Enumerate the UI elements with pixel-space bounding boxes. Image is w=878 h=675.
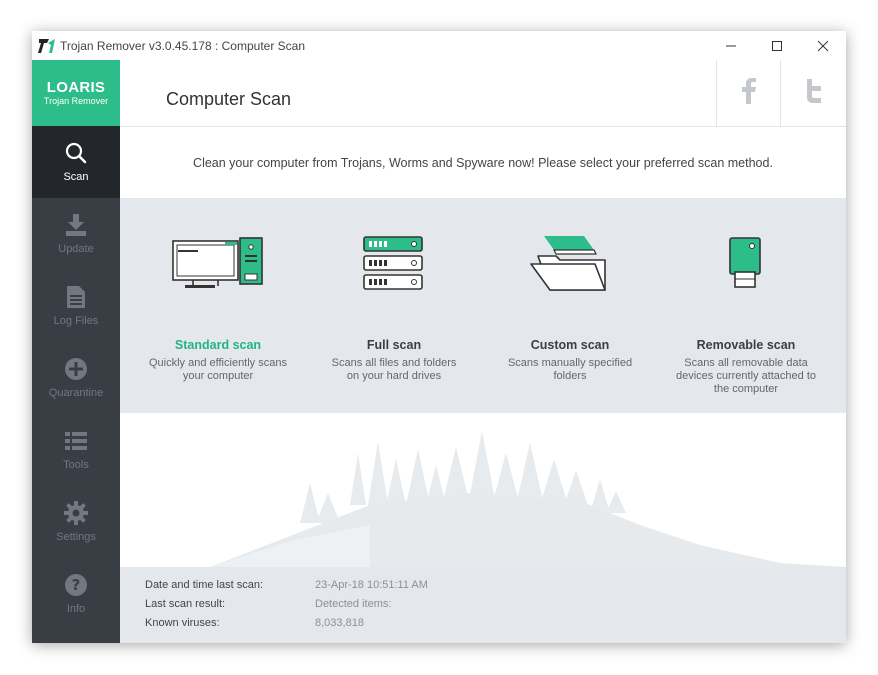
app-window: Trojan Remover v3.0.45.178 : Computer Sc… (32, 31, 846, 643)
last-result-value: Detected items: (315, 598, 392, 610)
instruction-text: Clean your computer from Trojans, Worms … (193, 155, 773, 170)
page-header: Computer Scan (120, 60, 846, 127)
gear-icon (64, 501, 88, 525)
scan-option-description: Scans all files and folders on your hard… (320, 357, 468, 383)
svg-text:?: ? (72, 576, 81, 594)
scan-desc-line: devices currently attached to (675, 370, 817, 382)
last-result-row: Last scan result: Detected items: (145, 598, 391, 610)
server-icon (306, 228, 482, 298)
known-viruses-value: 8,033,818 (315, 617, 364, 629)
sidebar-item-label: Log Files (53, 315, 99, 327)
scan-option-title: Full scan (366, 338, 422, 352)
scan-option-title: Custom scan (530, 338, 610, 352)
sidebar-item-label: Quarantine (48, 387, 104, 399)
brand-name: LOARIS (46, 78, 106, 96)
scan-desc-line: your computer (182, 370, 254, 382)
sidebar-item-update[interactable]: Update (32, 198, 120, 270)
usb-drive-icon (658, 228, 834, 298)
scan-option-title: Standard scan (174, 338, 262, 352)
sidebar-item-label: Settings (56, 531, 96, 543)
twitter-icon (805, 78, 823, 108)
custom-scan-option[interactable]: Custom scan Scans manually specified fol… (482, 198, 658, 413)
document-icon (64, 285, 88, 309)
scan-desc-line: on your hard drives (346, 370, 442, 382)
scan-desc-line: Scans all removable data (684, 357, 808, 369)
scan-option-description: Scans all removable data devices current… (672, 357, 820, 396)
scan-info-panel: Date and time last scan: 23-Apr-18 10:51… (120, 567, 846, 643)
plus-circle-icon (64, 357, 88, 381)
close-button[interactable] (800, 31, 846, 60)
sidebar-item-label: Update (58, 243, 94, 255)
download-icon (64, 213, 88, 237)
sidebar: LOARIS Trojan Remover Scan Update Log Fi… (32, 60, 120, 643)
computer-icon (130, 228, 306, 298)
last-scan-row: Date and time last scan: 23-Apr-18 10:51… (145, 579, 428, 591)
info-label: Date and time last scan: (145, 579, 264, 591)
info-label: Known viruses: (145, 617, 220, 629)
sidebar-item-label: Info (66, 603, 86, 615)
question-icon: ? (64, 573, 88, 597)
folder-icon (482, 228, 658, 298)
minimize-button[interactable] (708, 31, 754, 60)
scan-desc-line: Quickly and efficiently scans (149, 357, 287, 369)
brand-logo: LOARIS Trojan Remover (32, 60, 120, 126)
sidebar-item-info[interactable]: ? Info (32, 558, 120, 630)
search-icon (64, 141, 88, 165)
sidebar-item-settings[interactable]: Settings (32, 486, 120, 558)
scan-desc-line: folders (553, 370, 587, 382)
app-logo-icon (38, 37, 56, 55)
maximize-button[interactable] (754, 31, 800, 60)
list-icon (64, 429, 88, 453)
twitter-button[interactable] (780, 60, 846, 126)
scan-desc-line: the computer (713, 383, 779, 395)
known-viruses-row: Known viruses: 8,033,818 (145, 617, 364, 629)
sidebar-item-quarantine[interactable]: Quarantine (32, 342, 120, 414)
sidebar-item-tools[interactable]: Tools (32, 414, 120, 486)
facebook-button[interactable] (716, 60, 780, 126)
window-title: Trojan Remover v3.0.45.178 : Computer Sc… (60, 38, 306, 53)
title-bar[interactable]: Trojan Remover v3.0.45.178 : Computer Sc… (32, 31, 846, 60)
full-scan-option[interactable]: Full scan Scans all files and folders on… (306, 198, 482, 413)
sidebar-item-label: Tools (63, 459, 89, 471)
sidebar-item-label: Scan (63, 171, 89, 183)
sidebar-item-scan[interactable]: Scan (32, 126, 120, 198)
last-scan-value: 23-Apr-18 10:51:11 AM (315, 579, 428, 591)
scan-option-title: Removable scan (696, 338, 796, 352)
brand-product: Trojan Remover (43, 95, 109, 106)
info-label: Last scan result: (145, 598, 226, 610)
standard-scan-option[interactable]: Standard scan Quickly and efficiently sc… (130, 198, 306, 413)
scan-desc-line: Scans manually specified (507, 357, 633, 369)
sidebar-item-log-files[interactable]: Log Files (32, 270, 120, 342)
facebook-icon (741, 77, 757, 109)
scan-option-description: Scans manually specified folders (496, 357, 644, 383)
page-title: Computer Scan (166, 89, 292, 109)
scan-option-description: Quickly and efficiently scans your compu… (144, 357, 292, 383)
forest-illustration (120, 413, 846, 567)
scan-options-panel: Standard scan Quickly and efficiently sc… (120, 198, 846, 413)
window-controls (708, 31, 846, 60)
removable-scan-option[interactable]: Removable scan Scans all removable data … (658, 198, 834, 413)
scan-desc-line: Scans all files and folders (331, 357, 457, 369)
